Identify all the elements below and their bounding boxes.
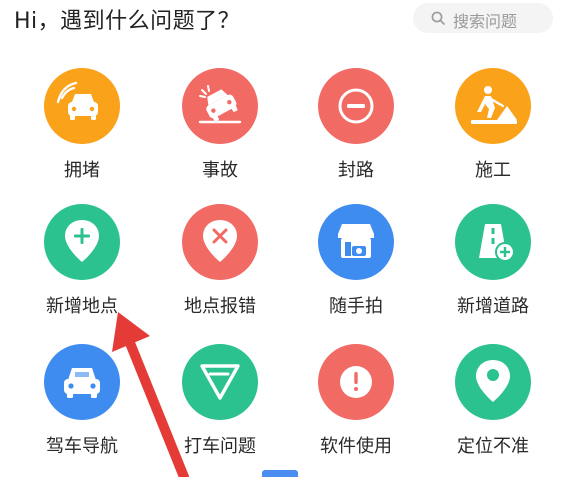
tile-construction[interactable]: 施工	[433, 68, 553, 198]
taxi-icon	[182, 344, 258, 420]
add-location-icon	[44, 204, 120, 280]
tile-taxi-issue[interactable]: 打车问题	[160, 344, 280, 474]
exclamation-icon	[318, 344, 394, 420]
tile-add-location[interactable]: 新增地点	[22, 204, 142, 334]
tile-add-road[interactable]: 新增道路	[433, 204, 553, 334]
tile-label: 驾车导航	[46, 436, 118, 457]
tile-label: 施工	[475, 160, 511, 181]
tile-location-error[interactable]: 地点报错	[160, 204, 280, 334]
construction-icon	[455, 68, 531, 144]
tile-label: 封路	[338, 160, 374, 181]
location-error-icon	[182, 204, 258, 280]
tile-snapshot[interactable]: 随手拍	[296, 204, 416, 334]
issue-grid: 拥堵 事故 封路 施工 新增地点 地点报错 随手拍 新增道路 驾车导航 打车问题…	[0, 0, 566, 477]
tile-label: 定位不准	[457, 436, 529, 457]
road-closed-icon	[318, 68, 394, 144]
location-pin-icon	[455, 344, 531, 420]
tile-label: 软件使用	[320, 436, 392, 457]
car-navigation-icon	[44, 344, 120, 420]
tile-traffic-jam[interactable]: 拥堵	[22, 68, 142, 198]
tile-label: 新增地点	[46, 296, 118, 317]
add-road-icon	[455, 204, 531, 280]
bottom-tab-hint	[262, 470, 298, 477]
tile-car-navigation[interactable]: 驾车导航	[22, 344, 142, 474]
tile-road-closed[interactable]: 封路	[296, 68, 416, 198]
camera-shop-icon	[318, 204, 394, 280]
tile-app-usage[interactable]: 软件使用	[296, 344, 416, 474]
tile-inaccurate-location[interactable]: 定位不准	[433, 344, 553, 474]
accident-icon	[182, 68, 258, 144]
tile-label: 新增道路	[457, 296, 529, 317]
tile-label: 事故	[202, 160, 238, 181]
tile-accident[interactable]: 事故	[160, 68, 280, 198]
tile-label: 地点报错	[184, 296, 256, 317]
traffic-jam-icon	[44, 68, 120, 144]
tile-label: 打车问题	[184, 436, 256, 457]
tile-label: 随手拍	[329, 296, 383, 317]
tile-label: 拥堵	[64, 160, 100, 181]
